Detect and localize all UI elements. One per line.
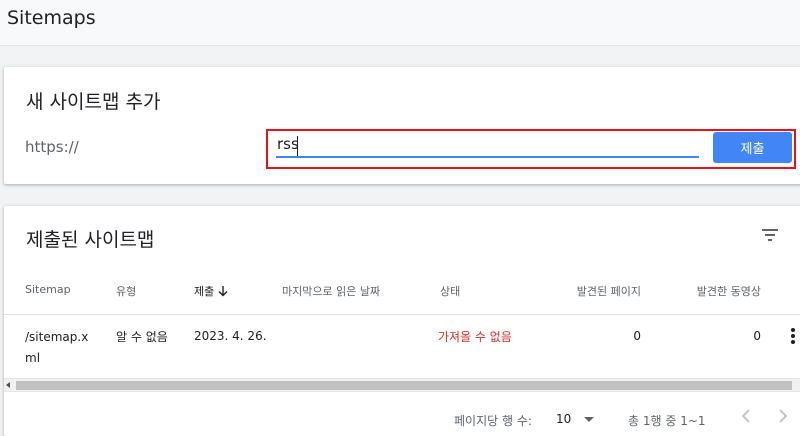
- chevron-left-icon[interactable]: [739, 408, 753, 424]
- chevron-right-icon[interactable]: [776, 408, 790, 424]
- scrollbar-thumb[interactable]: [16, 381, 792, 390]
- column-header-last-read[interactable]: 마지막으로 읽은 날짜: [282, 283, 380, 299]
- column-header-submitted[interactable]: 제출: [194, 283, 229, 299]
- more-vert-icon[interactable]: [790, 327, 796, 345]
- column-header-pages[interactable]: 발견된 페이지: [564, 283, 641, 299]
- column-header-videos[interactable]: 발견한 동영상: [684, 283, 761, 299]
- cell-submitted: 2023. 4. 26.: [194, 329, 267, 343]
- rows-per-page-value: 10: [556, 412, 572, 426]
- cell-sitemap-line1: /sitemap.x: [25, 330, 89, 344]
- cell-videos: 0: [753, 329, 761, 343]
- submitted-sitemaps-title: 제출된 사이트맵: [26, 229, 155, 251]
- column-header-type[interactable]: 유형: [116, 283, 136, 299]
- rows-per-page-select[interactable]: 10: [556, 410, 604, 428]
- pagination-range: 총 1행 중 1~1: [628, 414, 706, 428]
- rows-per-page-label: 페이지당 행 수:: [454, 414, 532, 428]
- sitemap-url-input[interactable]: [276, 134, 699, 158]
- dropdown-caret-icon: [584, 417, 594, 422]
- horizontal-scrollbar[interactable]: [4, 378, 800, 392]
- column-header-submitted-label: 제출: [194, 285, 215, 298]
- header-divider: [4, 314, 800, 315]
- submit-button[interactable]: 제출: [713, 132, 792, 163]
- arrow-down-icon: [218, 286, 228, 297]
- column-header-sitemap[interactable]: Sitemap: [25, 283, 71, 296]
- filter-icon[interactable]: [760, 226, 780, 244]
- cell-type: 알 수 없음: [116, 330, 168, 344]
- column-header-status[interactable]: 상태: [440, 283, 460, 299]
- page-title: Sitemaps: [7, 7, 96, 29]
- text-caret: [297, 136, 298, 156]
- scroll-left-icon[interactable]: [6, 382, 10, 388]
- cell-sitemap-line2: ml: [25, 351, 41, 365]
- submitted-sitemaps-card: 제출된 사이트맵 Sitemap 유형 제출 마지막으로 읽은 날짜 상태 발견…: [4, 206, 800, 436]
- add-sitemap-card: 새 사이트맵 추가 https:// 제출: [4, 67, 800, 184]
- cell-status: 가져올 수 없음: [438, 330, 512, 344]
- page-header: Sitemaps: [0, 0, 800, 46]
- add-sitemap-title: 새 사이트맵 추가: [26, 91, 161, 113]
- cell-pages: 0: [633, 329, 641, 343]
- url-prefix: https://: [25, 138, 79, 156]
